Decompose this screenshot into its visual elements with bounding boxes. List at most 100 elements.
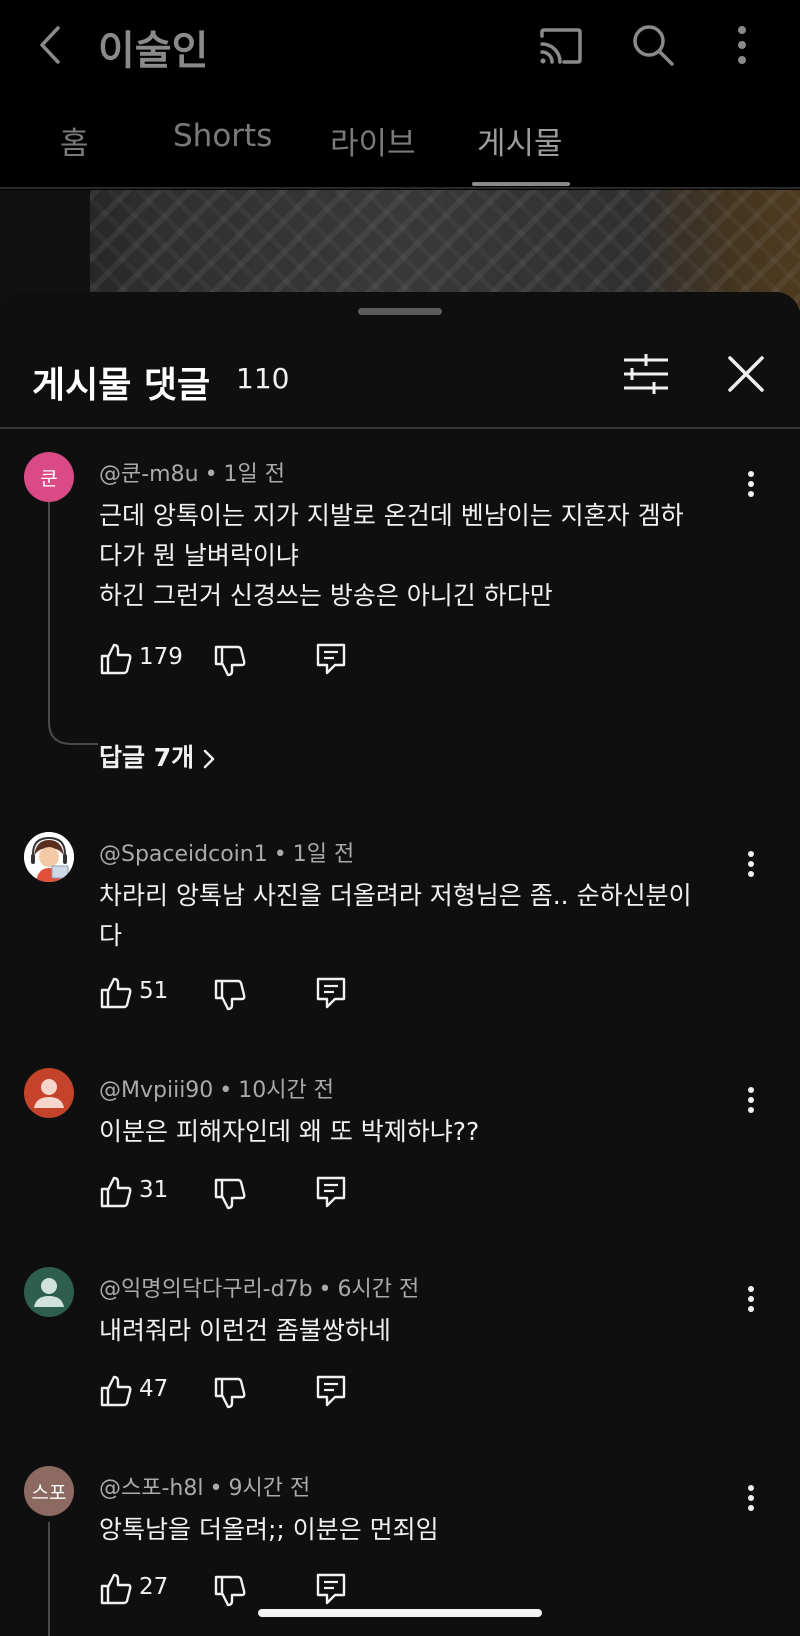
separator-dot: • [273, 842, 287, 867]
comment-time: 1일 전 [223, 462, 286, 487]
thumb-down-icon [214, 1178, 246, 1210]
tab-home[interactable]: 홈 [60, 118, 89, 163]
active-tab-indicator [472, 182, 570, 186]
avatar-initials: 쿤 [40, 467, 58, 490]
comment-text: 내려줘라 이런건 좀불쌍하네 [99, 1311, 739, 1351]
dislike-button[interactable] [213, 978, 247, 1012]
separator-dot: • [209, 1476, 223, 1501]
comment-meta: @스포-h8l • 9시간 전 [99, 1470, 310, 1502]
avatar[interactable] [24, 832, 74, 882]
like-button[interactable] [99, 1572, 133, 1606]
search-button[interactable] [628, 20, 678, 70]
like-count: 179 [139, 644, 183, 670]
reply-button[interactable] [315, 642, 347, 676]
tab-live[interactable]: 라이브 [330, 118, 416, 163]
like-button[interactable] [99, 1175, 133, 1209]
like-count: 27 [139, 1574, 169, 1600]
comment-line: 내려줘라 이런건 좀불쌍하네 [99, 1316, 391, 1345]
channel-title: 이술인 [98, 28, 209, 74]
comment-author[interactable]: @쿤-m8u [99, 462, 199, 487]
comment-icon [316, 1573, 346, 1605]
comment-menu-button[interactable] [736, 1480, 766, 1520]
like-button[interactable] [99, 1374, 133, 1408]
thread-curve [48, 722, 98, 745]
reply-button[interactable] [315, 1374, 347, 1408]
comment-meta: @쿤-m8u • 1일 전 [99, 456, 285, 488]
sheet-title: 게시물 댓글 [32, 365, 211, 406]
close-icon [728, 356, 764, 392]
comment-menu-button[interactable] [736, 1082, 766, 1122]
tab-shorts[interactable]: Shorts [173, 118, 272, 154]
back-button[interactable] [28, 20, 78, 70]
comment-icon [316, 1375, 346, 1407]
thumb-down-icon [214, 645, 246, 677]
comment-time: 1일 전 [292, 842, 355, 867]
comment-icon [316, 977, 346, 1009]
like-button[interactable] [99, 976, 133, 1010]
search-icon [633, 25, 674, 66]
comment-actions: 47 [99, 1374, 399, 1414]
thumb-down-icon [214, 979, 246, 1011]
reply-thread-line [48, 502, 50, 724]
dislike-button[interactable] [213, 1177, 247, 1211]
more-vert-icon [748, 1286, 754, 1312]
cast-icon [540, 28, 582, 64]
tab-posts[interactable]: 게시물 [477, 118, 563, 163]
sort-filter-button[interactable] [618, 350, 674, 398]
comment-actions: 51 [99, 976, 399, 1016]
comment-author[interactable]: @익명의닥다구리-d7b [99, 1277, 313, 1302]
comment-menu-button[interactable] [736, 466, 766, 506]
comment-actions: 31 [99, 1175, 399, 1215]
dislike-button[interactable] [213, 644, 247, 678]
avatar[interactable] [24, 1267, 74, 1317]
comments-sheet: 게시물 댓글 110 [0, 292, 800, 1636]
like-count: 51 [139, 978, 169, 1004]
more-options-button[interactable] [722, 20, 762, 70]
cartoon-avatar-icon [24, 832, 74, 882]
default-user-icon [34, 1079, 64, 1108]
thumb-down-icon [214, 1377, 246, 1409]
comment-line: 앙톡남을 더올려;; 이분은 먼죄임 [99, 1515, 439, 1544]
comment-actions: 27 [99, 1572, 399, 1612]
dislike-button[interactable] [213, 1574, 247, 1608]
comment-text: 차라리 앙톡남 사진을 더올려라 저형님은 좀.. 순하신분이 다 [99, 876, 739, 956]
comment-time: 6시간 전 [337, 1277, 420, 1302]
comment-menu-button[interactable] [736, 846, 766, 886]
comment-text: 앙톡남을 더올려;; 이분은 먼죄임 [99, 1510, 739, 1550]
channel-tabs: 홈 Shorts 라이브 게시물 [0, 100, 800, 188]
home-indicator[interactable] [258, 1609, 542, 1617]
thumb-down-icon [214, 1575, 246, 1607]
chevron-right-icon [202, 748, 216, 770]
comment-line: 근데 앙톡이는 지가 지발로 온건데 벤남이는 지혼자 겜하 [99, 501, 684, 530]
more-vert-icon [748, 471, 754, 497]
like-count: 47 [139, 1376, 169, 1402]
dislike-button[interactable] [213, 1376, 247, 1410]
like-count: 31 [139, 1177, 169, 1203]
separator-dot: • [318, 1277, 332, 1302]
comment-line: 하긴 그런거 신경쓰는 방송은 아니긴 하다만 [99, 581, 553, 610]
avatar[interactable]: 쿤 [24, 452, 74, 502]
reply-button[interactable] [315, 1175, 347, 1209]
comment-author[interactable]: @Mvpiii90 [99, 1078, 213, 1103]
like-button[interactable] [99, 642, 133, 676]
drag-handle[interactable] [358, 308, 442, 315]
view-replies-button[interactable]: 답글 7개 [99, 738, 216, 774]
comment-time: 10시간 전 [238, 1078, 334, 1103]
comment-meta: @Spaceidcoin1 • 1일 전 [99, 836, 354, 868]
comment-line: 이분은 피해자인데 왜 또 박제하냐?? [99, 1117, 480, 1146]
reply-button[interactable] [315, 976, 347, 1010]
avatar[interactable]: 스포 [24, 1466, 74, 1516]
comment-menu-button[interactable] [736, 1281, 766, 1321]
cast-button[interactable] [536, 22, 586, 72]
reply-button[interactable] [315, 1572, 347, 1606]
separator-dot: • [204, 462, 218, 487]
close-button[interactable] [722, 350, 770, 398]
comment-text: 근데 앙톡이는 지가 지발로 온건데 벤남이는 지혼자 겜하 다가 뭔 날벼락이… [99, 496, 739, 616]
comment-line: 차라리 앙톡남 사진을 더올려라 저형님은 좀.. 순하신분이 [99, 881, 692, 910]
avatar[interactable] [24, 1068, 74, 1118]
comment-line: 다 [99, 921, 123, 950]
comment-icon [316, 643, 346, 675]
comment-author[interactable]: @스포-h8l [99, 1476, 203, 1501]
comment-meta: @Mvpiii90 • 10시간 전 [99, 1072, 334, 1104]
comment-author[interactable]: @Spaceidcoin1 [99, 842, 268, 867]
